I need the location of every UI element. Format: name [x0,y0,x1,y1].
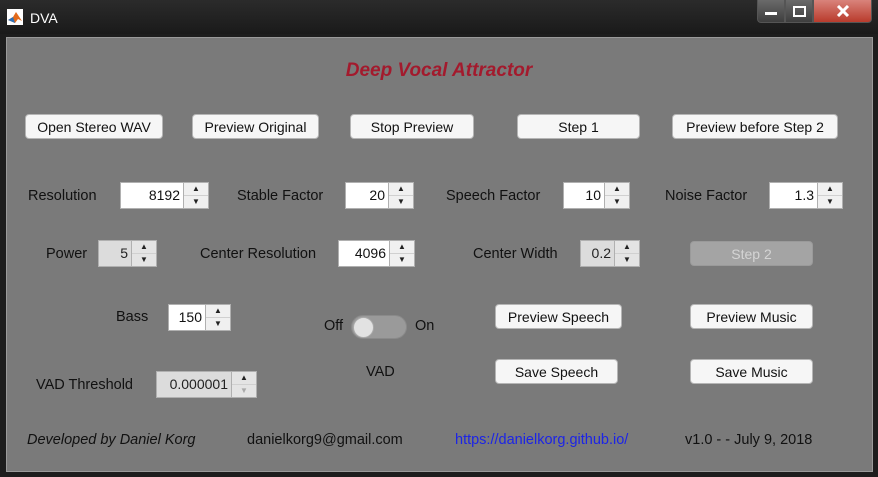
maximize-icon [792,5,806,17]
up-arrow-icon[interactable]: ▲ [615,241,639,254]
stable-factor-spinner[interactable]: 20 ▲ ▼ [345,182,414,209]
down-arrow-icon[interactable]: ▼ [390,254,414,266]
minimize-icon [765,12,777,15]
down-arrow-icon[interactable]: ▼ [232,385,256,397]
resolution-label: Resolution [28,188,97,204]
maximize-button[interactable] [785,0,813,23]
developer-credit: Developed by Daniel Korg [27,432,196,448]
bass-value[interactable]: 150 [168,304,206,331]
stable-factor-value[interactable]: 20 [345,182,389,209]
down-arrow-icon[interactable]: ▼ [184,196,208,208]
resolution-spinner[interactable]: 8192 ▲ ▼ [120,182,209,209]
bass-label: Bass [116,309,149,325]
preview-speech-button[interactable]: Preview Speech [495,304,622,329]
title-bar: DVA [0,0,878,34]
stop-preview-button[interactable]: Stop Preview [350,114,474,139]
power-value[interactable]: 5 [98,240,132,267]
down-arrow-icon[interactable]: ▼ [206,318,230,330]
down-arrow-icon[interactable]: ▼ [132,254,156,266]
open-stereo-wav-button[interactable]: Open Stereo WAV [25,114,163,139]
vad-threshold-value[interactable]: 0.000001 [156,371,232,398]
center-resolution-label: Center Resolution [200,246,317,262]
power-label: Power [46,246,88,262]
down-arrow-icon[interactable]: ▼ [615,254,639,266]
power-spinner[interactable]: 5 ▲ ▼ [98,240,157,267]
up-arrow-icon[interactable]: ▲ [389,183,413,196]
toggle-knob [353,317,374,338]
up-arrow-icon[interactable]: ▲ [390,241,414,254]
up-arrow-icon[interactable]: ▲ [132,241,156,254]
stable-factor-label: Stable Factor [237,188,324,204]
down-arrow-icon[interactable]: ▼ [605,196,629,208]
noise-factor-spinner[interactable]: 1.3 ▲ ▼ [769,182,843,209]
bass-spinner[interactable]: 150 ▲ ▼ [168,304,231,331]
matlab-icon [7,9,23,25]
up-arrow-icon[interactable]: ▲ [232,372,256,385]
email-text: danielkorg9@gmail.com [247,432,403,448]
speech-factor-label: Speech Factor [446,188,541,204]
center-resolution-value[interactable]: 4096 [338,240,390,267]
minimize-button[interactable] [757,0,785,23]
resolution-value[interactable]: 8192 [120,182,184,209]
save-speech-button[interactable]: Save Speech [495,359,618,384]
center-width-label: Center Width [473,246,558,262]
version-text: v1.0 - - July 9, 2018 [685,432,813,448]
preview-original-button[interactable]: Preview Original [192,114,319,139]
preview-before-step2-button[interactable]: Preview before Step 2 [672,114,838,139]
speech-factor-value[interactable]: 10 [563,182,605,209]
down-arrow-icon[interactable]: ▼ [389,196,413,208]
center-width-spinner[interactable]: 0.2 ▲ ▼ [580,240,640,267]
up-arrow-icon[interactable]: ▲ [206,305,230,318]
step1-button[interactable]: Step 1 [517,114,640,139]
vad-toggle-switch[interactable] [351,315,407,339]
step2-button[interactable]: Step 2 [690,241,813,266]
preview-music-button[interactable]: Preview Music [690,304,813,329]
app-heading: Deep Vocal Attractor [345,60,533,81]
center-width-value[interactable]: 0.2 [580,240,615,267]
vad-on-label: On [415,318,435,334]
save-music-button[interactable]: Save Music [690,359,813,384]
up-arrow-icon[interactable]: ▲ [818,183,842,196]
vad-off-label: Off [324,318,344,334]
vad-label: VAD [366,364,395,380]
speech-factor-spinner[interactable]: 10 ▲ ▼ [563,182,630,209]
noise-factor-label: Noise Factor [665,188,748,204]
vad-threshold-label: VAD Threshold [36,377,133,393]
close-icon [836,5,849,17]
website-link[interactable]: https://danielkorg.github.io/ [455,432,628,448]
window-title: DVA [30,10,58,26]
vad-threshold-spinner[interactable]: 0.000001 ▲ ▼ [156,371,257,398]
down-arrow-icon[interactable]: ▼ [818,196,842,208]
up-arrow-icon[interactable]: ▲ [184,183,208,196]
noise-factor-value[interactable]: 1.3 [769,182,818,209]
center-resolution-spinner[interactable]: 4096 ▲ ▼ [338,240,415,267]
up-arrow-icon[interactable]: ▲ [605,183,629,196]
close-button[interactable] [813,0,872,23]
